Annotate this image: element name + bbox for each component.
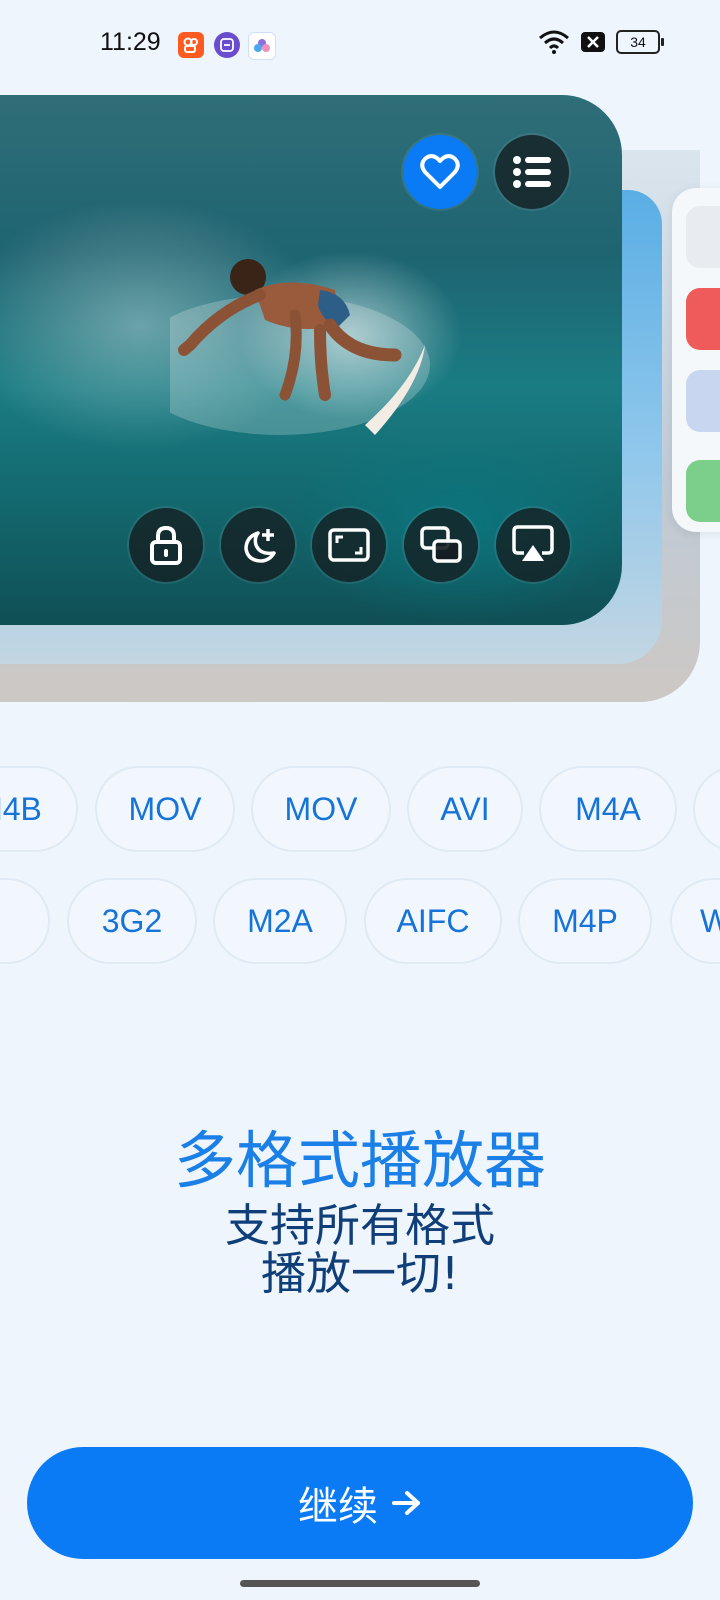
lock-button[interactable] — [129, 508, 203, 582]
sleep-timer-button[interactable] — [221, 508, 295, 582]
format-chip-row-1: M4B MOV MOV AVI M4A — [0, 766, 720, 854]
aspect-ratio-icon — [328, 528, 370, 562]
cast-icon — [512, 525, 554, 561]
kuaishou-app-icon — [178, 32, 204, 58]
format-chip: MOV — [95, 766, 235, 852]
format-chip: M2A — [213, 878, 347, 964]
format-chip: 3G2 — [67, 878, 197, 964]
playlist-icon — [513, 156, 551, 188]
surfer-illustration — [170, 259, 430, 435]
format-chip: AVI — [407, 766, 523, 852]
side-tile-more-icon — [686, 460, 720, 522]
no-sim-icon — [580, 31, 606, 53]
continue-button[interactable]: 继续 — [27, 1447, 693, 1559]
format-chip: W — [670, 878, 720, 964]
continue-button-label: 继续 — [298, 1484, 378, 1530]
subtitle-line-1: 支持所有格式 — [224, 1199, 495, 1252]
onboarding-screen: 11:29 34 4B MOV MOV AVI M4A 3G2 M2A AIFC… — [0, 0, 720, 1600]
arrow-right-icon — [392, 1491, 420, 1515]
playlist-button[interactable] — [495, 135, 569, 209]
tieba-app-icon — [214, 32, 240, 58]
side-tile-screen-icon — [686, 370, 720, 432]
page-title: 多格式播放器 — [173, 1124, 546, 1197]
status-indicators: 34 — [538, 30, 664, 54]
battery-indicator: 34 — [616, 30, 664, 54]
picture-in-picture-button[interactable] — [404, 508, 478, 582]
side-tile-person-icon — [686, 206, 720, 268]
lock-icon — [150, 525, 182, 565]
status-bar: 11:29 34 — [0, 0, 720, 90]
video-preview-card — [0, 95, 622, 625]
heart-icon — [420, 154, 460, 189]
side-tile-translate-icon — [686, 288, 720, 350]
app-side-panel — [672, 188, 720, 532]
cloud-app-icon — [248, 32, 276, 60]
format-chip — [693, 766, 720, 852]
sleep-timer-icon — [244, 529, 276, 563]
format-chip: M4B — [0, 766, 78, 852]
wifi-icon — [538, 30, 570, 54]
format-chip: MOV — [251, 766, 391, 852]
picture-in-picture-icon — [420, 526, 462, 563]
favorite-button[interactable] — [403, 135, 477, 209]
status-time: 11:29 — [100, 28, 161, 56]
home-indicator[interactable] — [240, 1580, 480, 1587]
cast-button[interactable] — [496, 508, 570, 582]
format-chip-row-2: V 3G2 M2A AIFC M4P W — [0, 878, 720, 966]
aspect-ratio-button[interactable] — [312, 508, 386, 582]
format-chip: V — [0, 878, 50, 964]
format-chip: M4P — [518, 878, 652, 964]
subtitle-line-2: 播放一切! — [260, 1247, 460, 1300]
format-chip: M4A — [539, 766, 677, 852]
format-chip: AIFC — [364, 878, 502, 964]
